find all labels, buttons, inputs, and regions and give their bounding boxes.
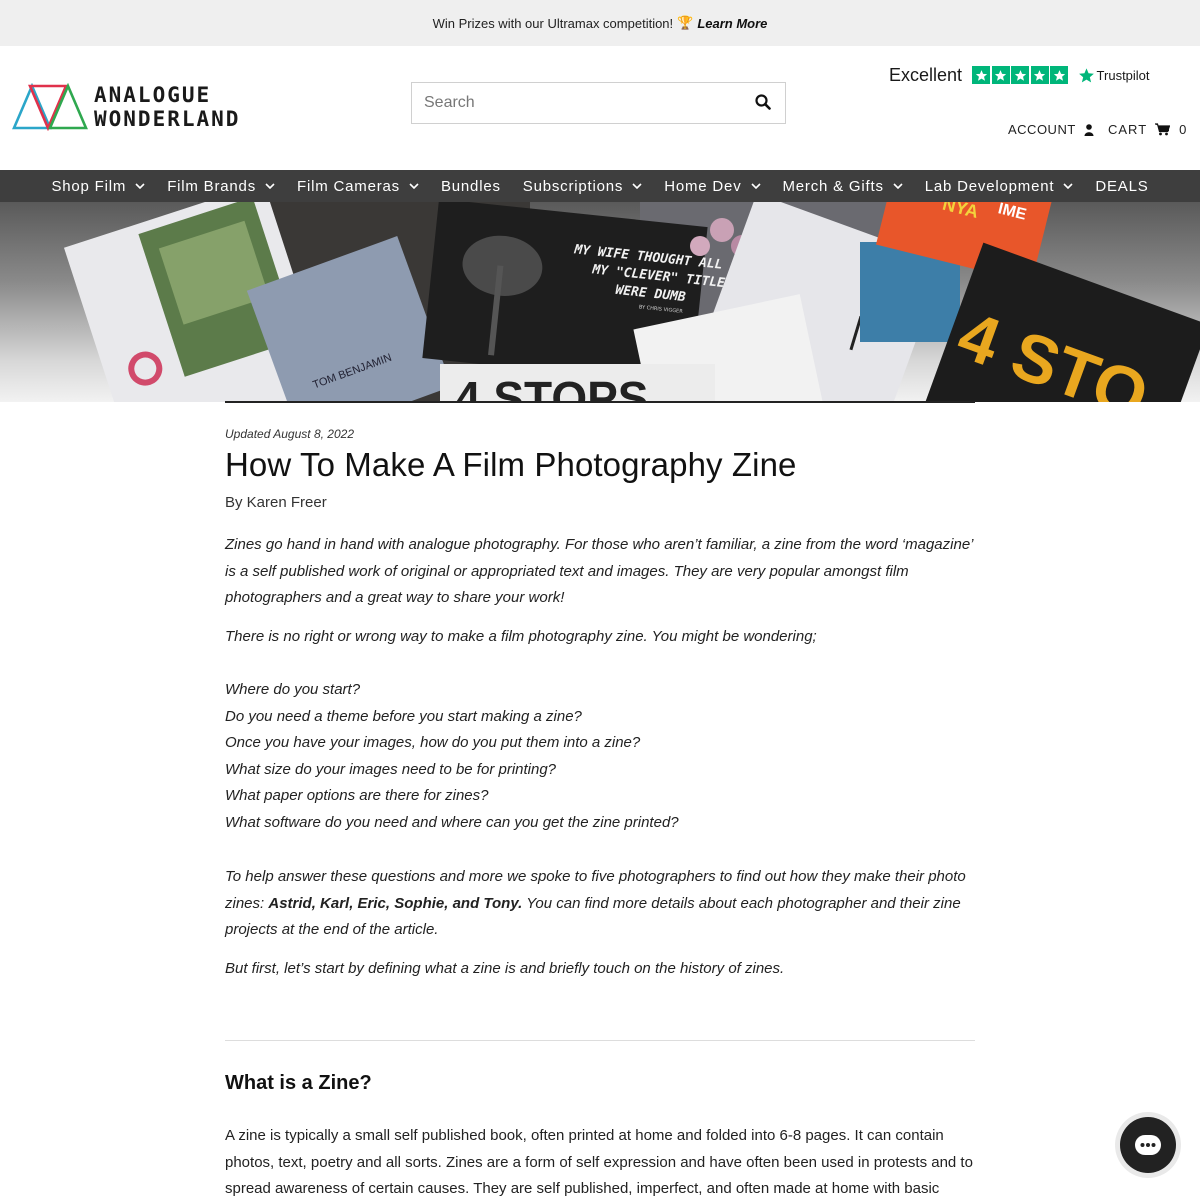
chevron-down-icon (1063, 183, 1073, 189)
nav-item-label: Merch & Gifts (782, 177, 884, 195)
question-item: What paper options are there for zines? (225, 787, 489, 804)
nav-item-merch-gifts[interactable]: Merch & Gifts (783, 178, 903, 195)
star-icon (1030, 66, 1049, 84)
cart-label: CART (1108, 122, 1148, 137)
chevron-down-icon (135, 183, 145, 189)
question-item: What size do your images need to be for … (225, 760, 557, 778)
cart-icon (1155, 123, 1171, 136)
question-item: What software do you need and where can … (225, 813, 679, 831)
nav-item-label: Shop Film (51, 177, 127, 195)
section-heading: What is a Zine? (225, 1072, 372, 1094)
nav-item-bundles[interactable]: Bundles (441, 178, 501, 195)
nav-item-deals[interactable]: DEALS (1095, 178, 1148, 195)
question-item: Where do you start? (225, 681, 361, 698)
trustpilot-rating: Excellent (889, 64, 963, 85)
search-box (411, 82, 786, 124)
hero-divider (225, 401, 975, 403)
intro-paragraph: Zines go hand in hand with analogue phot… (225, 536, 973, 606)
trophy-icon: 🏆 (677, 15, 694, 30)
trustpilot-label: Trustpilot (1096, 67, 1150, 83)
search-input[interactable] (412, 94, 732, 112)
chevron-down-icon (265, 183, 275, 189)
chevron-down-icon (750, 183, 761, 189)
zine-definition-paragraph: A zine is typically a small self publish… (225, 1127, 973, 1197)
star-icon (1050, 66, 1069, 84)
trustpilot-logo: Trustpilot (1078, 67, 1150, 84)
article-updated-date: Updated August 8, 2022 (225, 427, 354, 441)
nav-item-lab-development[interactable]: Lab Development (925, 178, 1074, 195)
announcement-text: Win Prizes with our Ultramax competition… (432, 15, 674, 31)
question-item: Once you have your images, how do you pu… (225, 734, 641, 751)
article-title: How To Make A Film Photography Zine (225, 446, 797, 483)
trustpilot-stars (972, 66, 1070, 84)
nav-item-subscriptions[interactable]: Subscriptions (523, 178, 642, 195)
article-author: By Karen Freer (225, 494, 327, 511)
logo-wordmark: ANALOGUE WONDERLAND (94, 83, 240, 131)
nav-item-film-brands[interactable]: Film Brands (167, 178, 275, 195)
logo-line-2: WONDERLAND (94, 107, 241, 131)
star-icon (991, 66, 1010, 84)
chevron-down-icon (409, 183, 419, 189)
question-item: Do you need a theme before you start mak… (225, 707, 582, 725)
search-icon (755, 94, 771, 110)
hero-image: TOM BENJAMIN MY WIFE THOUGHT ALL MY "CLE… (0, 202, 1200, 402)
site-logo[interactable]: ANALOGUE WONDERLAND (12, 82, 252, 132)
chat-button[interactable] (1120, 1117, 1176, 1173)
learn-more-link[interactable]: Learn More (697, 16, 767, 31)
nav-item-label: Subscriptions (522, 177, 624, 195)
trustpilot-widget[interactable]: Excellent Trustpilot (889, 64, 1150, 86)
intro-paragraph-2: There is no right or wrong way to make a… (225, 628, 817, 645)
account-link[interactable]: ACCOUNT (1008, 122, 1094, 137)
section-divider (225, 1040, 975, 1041)
announcement-bar: Win Prizes with our Ultramax competition… (0, 0, 1200, 46)
nav-item-label: Film Cameras (297, 177, 400, 195)
question-list: Where do you start? Do you need a theme … (225, 677, 980, 836)
photographers-paragraph: To help answer these questions and more … (225, 864, 980, 944)
user-icon (1084, 123, 1094, 136)
nav-item-label: Lab Development (924, 177, 1055, 195)
account-label: ACCOUNT (1008, 122, 1076, 137)
chat-icon (1135, 1135, 1161, 1155)
photographers-names: Astrid, Karl, Eric, Sophie, and Tony. (268, 894, 523, 912)
nav-item-label: Home Dev (664, 177, 742, 195)
nav-item-label: DEALS (1095, 177, 1149, 195)
zine-collage-image: TOM BENJAMIN MY WIFE THOUGHT ALL MY "CLE… (63, 202, 1200, 402)
cart-count: 0 (1179, 122, 1188, 137)
cart-link[interactable]: CART 0 (1108, 122, 1187, 137)
star-icon (1011, 66, 1030, 84)
logo-line-1: ANALOGUE (94, 83, 212, 107)
chevron-down-icon (632, 183, 642, 189)
star-icon (972, 66, 991, 84)
logo-mark-icon (12, 83, 88, 131)
nav-item-film-cameras[interactable]: Film Cameras (297, 178, 419, 195)
nav-item-home-dev[interactable]: Home Dev (664, 177, 761, 195)
nav-item-label: Film Brands (167, 177, 257, 195)
hero-bottom-text: 4 STOPS (455, 372, 648, 402)
transition-paragraph: But first, let’s start by defining what … (225, 960, 785, 977)
trustpilot-star-icon (1078, 67, 1094, 82)
nav-item-shop-film[interactable]: Shop Film (51, 178, 145, 195)
chevron-down-icon (893, 183, 903, 189)
nav-item-label: Bundles (440, 177, 501, 195)
main-nav: Shop Film Film Brands Film Cameras Bundl… (0, 170, 1200, 202)
search-button[interactable] (755, 94, 773, 112)
